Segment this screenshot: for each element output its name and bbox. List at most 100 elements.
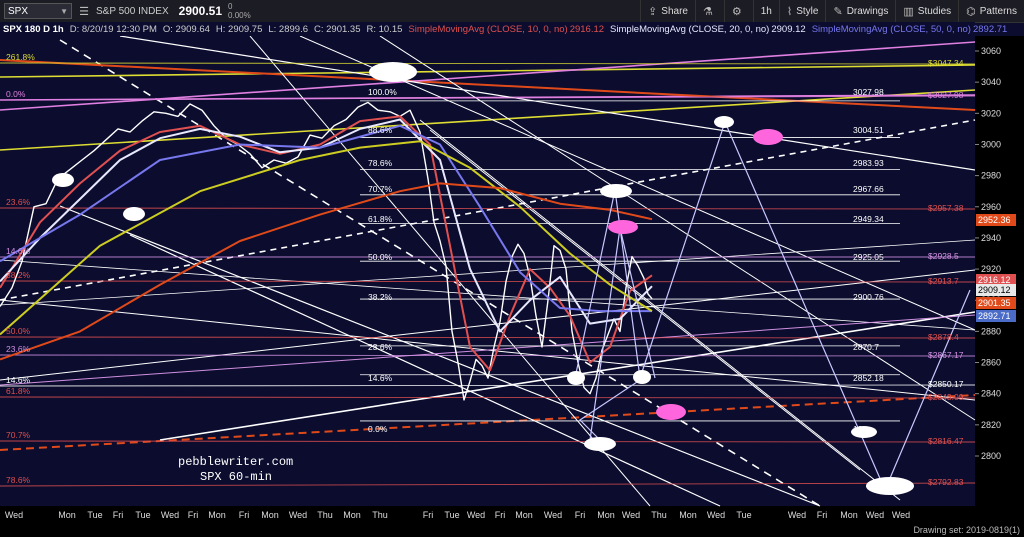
- bar-date: D: 8/20/19 12:30 PM: [69, 23, 157, 35]
- y-tick-label: 3020: [981, 108, 1001, 118]
- fib-price-label: 2852.18: [853, 373, 884, 383]
- fib-percent-label: 38.2%: [368, 292, 393, 302]
- x-tick-label: Fri: [495, 510, 506, 520]
- patterns-label: Patterns: [979, 5, 1017, 17]
- fib-percent-label: 50.0%: [368, 252, 393, 262]
- right-price-label: $2928.5: [928, 251, 959, 261]
- y-tick-label: 2960: [981, 202, 1001, 212]
- right-price-label: $2913.7: [928, 276, 959, 286]
- price-chart[interactable]: 100.0% 3027.98 88.6% 3004.51 78.6% 2983.93 70.…: [0, 36, 1024, 537]
- studies-button[interactable]: ▥ Studies: [895, 0, 958, 22]
- gear-icon: ⚙: [731, 5, 742, 18]
- left-fib-label: 23.6%: [6, 344, 31, 354]
- bar-low: L: 2899.6: [268, 23, 308, 35]
- flask-icon: ⚗: [702, 5, 713, 18]
- x-tick-label: Wed: [544, 510, 562, 520]
- bar-open: O: 2909.64: [162, 23, 210, 35]
- right-price-label: $2878.4: [928, 332, 959, 342]
- pivot-marker-9: [656, 404, 686, 420]
- price-change: 0 0.00%: [228, 2, 251, 20]
- fib-price-label: 2983.93: [853, 158, 884, 168]
- left-fib-label: 23.6%: [6, 197, 31, 207]
- x-tick-label: Wed: [467, 510, 485, 520]
- settings-button[interactable]: ⚙: [723, 0, 753, 22]
- fib-price-label: 12: [853, 424, 863, 434]
- left-fib-label: 61.8%: [6, 386, 31, 396]
- pivot-marker-2: [123, 207, 145, 221]
- fib-percent-label: 70.7%: [368, 184, 393, 194]
- x-tick-label: Wed: [788, 510, 806, 520]
- right-price-label: $3047.34: [928, 58, 964, 68]
- y-tick-label: 2800: [981, 451, 1001, 461]
- drawings-label: Drawings: [846, 5, 889, 17]
- right-price-label: $2792.83: [928, 477, 964, 487]
- style-button[interactable]: ⌇ Style: [778, 0, 826, 22]
- left-fib-label: 14.6%: [6, 375, 31, 385]
- x-tick-label: Wed: [5, 510, 23, 520]
- right-price-label: $3027.98: [928, 90, 964, 100]
- change-value: 0: [228, 2, 233, 11]
- x-tick-label: Tue: [736, 510, 751, 520]
- index-name: S&P 500 INDEX: [96, 5, 169, 17]
- right-price-label: $2850.17: [928, 379, 964, 389]
- left-fib-label: 14.6%: [6, 246, 31, 256]
- pivot-marker-8: [633, 370, 651, 384]
- y-tick-label: 3040: [981, 77, 1001, 87]
- x-tick-label: Fri: [817, 510, 828, 520]
- toolbar: SPX ▼ ☰ S&P 500 INDEX 2900.51 0 0.00% ⇪ S…: [0, 0, 1024, 23]
- x-tick-label: Fri: [188, 510, 199, 520]
- x-tick-label: Wed: [161, 510, 179, 520]
- sma50-value: 2892.71: [972, 23, 1008, 35]
- info-icon[interactable]: ☰: [76, 3, 92, 19]
- sma20-label: SimpleMovingAvg (CLOSE, 20, 0, no): [610, 23, 770, 35]
- fib-price-label: 2925.05: [853, 252, 884, 262]
- right-price-label: $2957.38: [928, 203, 964, 213]
- chart-title: SPX 180 D 1h: [3, 23, 64, 35]
- interval-label: 1h: [760, 5, 772, 17]
- change-percent: 0.00%: [228, 11, 251, 20]
- chevron-down-icon: ▼: [60, 6, 68, 16]
- left-fib-label: 50.0%: [6, 326, 31, 336]
- patterns-icon: ⌬: [966, 5, 976, 18]
- right-price-label: $2867.17: [928, 350, 964, 360]
- y-tick-label: 2980: [981, 171, 1001, 181]
- x-tick-label: Thu: [372, 510, 388, 520]
- fib-price-label: 2967.66: [853, 184, 884, 194]
- share-button[interactable]: ⇪ Share: [640, 0, 695, 22]
- x-tick-label: Mon: [515, 510, 533, 520]
- x-tick-label: Tue: [444, 510, 459, 520]
- price-badge-label: 2916.12: [978, 275, 1011, 285]
- drawings-button[interactable]: ✎ Drawings: [825, 0, 895, 22]
- x-tick-label: Mon: [840, 510, 858, 520]
- x-tick-label: Mon: [208, 510, 226, 520]
- studies-label: Studies: [917, 5, 952, 17]
- fib-percent-label: 88.6%: [368, 125, 393, 135]
- fib-price-label: 3004.51: [853, 125, 884, 135]
- sma10-value: 2916.12: [569, 23, 605, 35]
- sma20-value: 2909.12: [771, 23, 806, 35]
- left-fib-label: 38.2%: [6, 270, 31, 280]
- right-price-label: $2843.09: [928, 392, 964, 402]
- x-tick-label: Thu: [317, 510, 333, 520]
- left-fib-label: 261.8%: [6, 52, 35, 62]
- bar-high: H: 2909.75: [215, 23, 263, 35]
- x-tick-label: Fri: [423, 510, 434, 520]
- x-tick-label: Mon: [343, 510, 361, 520]
- fib-price-label: 2870.7: [853, 342, 879, 352]
- pivot-marker-12: [866, 477, 914, 495]
- flask-button[interactable]: ⚗: [694, 0, 724, 22]
- share-icon: ⇪: [648, 5, 658, 18]
- fib-percent-label: 23.6%: [368, 342, 393, 352]
- x-tick-label: Wed: [289, 510, 307, 520]
- patterns-button[interactable]: ⌬ Patterns: [958, 0, 1024, 22]
- last-price: 2900.51: [178, 4, 223, 18]
- pivot-marker-4: [608, 220, 638, 234]
- symbol-selector[interactable]: SPX ▼: [4, 3, 72, 19]
- fib-percent-label: 0.0%: [368, 424, 388, 434]
- interval-button[interactable]: 1h: [752, 0, 779, 22]
- plot-area: [0, 36, 975, 506]
- price-badge-label: 2909.12: [978, 285, 1011, 295]
- y-tick-label: 2920: [981, 264, 1001, 274]
- pivot-marker-7: [567, 371, 585, 385]
- pivot-marker-6: [753, 129, 783, 145]
